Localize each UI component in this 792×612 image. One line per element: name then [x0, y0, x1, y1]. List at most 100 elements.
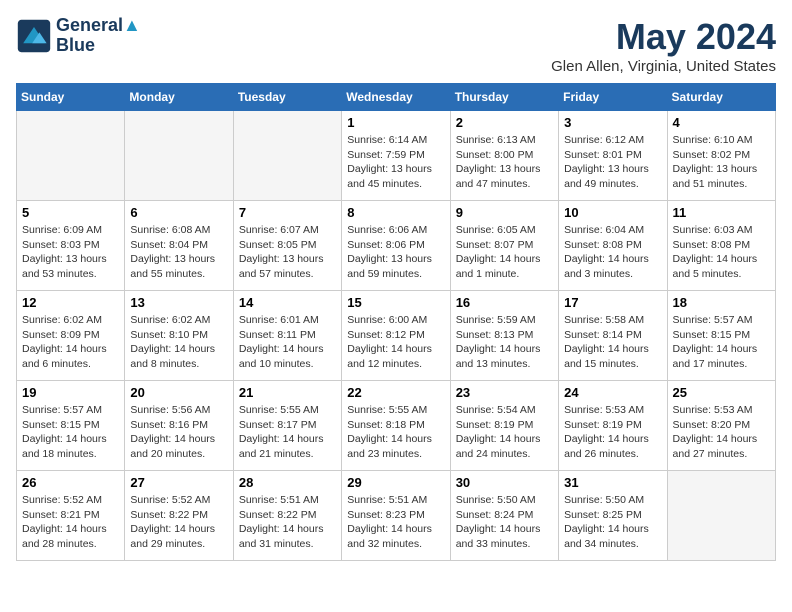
day-number: 7 [239, 205, 336, 220]
day-number: 5 [22, 205, 119, 220]
day-info: Sunrise: 6:10 AM Sunset: 8:02 PM Dayligh… [673, 133, 770, 192]
calendar-day-cell: 1 Sunrise: 6:14 AM Sunset: 7:59 PM Daylig… [342, 111, 450, 201]
calendar-day-cell: 20 Sunrise: 5:56 AM Sunset: 8:16 PM Dayli… [125, 381, 233, 471]
day-number: 1 [347, 115, 444, 130]
day-info: Sunrise: 5:57 AM Sunset: 8:15 PM Dayligh… [673, 313, 770, 372]
day-info: Sunrise: 6:00 AM Sunset: 8:12 PM Dayligh… [347, 313, 444, 372]
page-header: General▲ Blue May 2024 Glen Allen, Virgi… [16, 16, 776, 75]
calendar-day-cell: 26 Sunrise: 5:52 AM Sunset: 8:21 PM Dayli… [17, 471, 125, 561]
calendar-day-cell: 5 Sunrise: 6:09 AM Sunset: 8:03 PM Daylig… [17, 201, 125, 291]
day-number: 14 [239, 295, 336, 310]
calendar-day-cell: 21Sunrise: 5:55 AM Sunset: 8:17 PM Dayli… [233, 381, 341, 471]
day-info: Sunrise: 5:59 AM Sunset: 8:13 PM Dayligh… [456, 313, 553, 372]
day-number: 21 [239, 385, 336, 400]
day-info: Sunrise: 6:09 AM Sunset: 8:03 PM Dayligh… [22, 223, 119, 282]
calendar-day-cell: 28 Sunrise: 5:51 AM Sunset: 8:22 PM Dayli… [233, 471, 341, 561]
day-number: 13 [130, 295, 227, 310]
calendar-day-cell: 10 Sunrise: 6:04 AM Sunset: 8:08 PM Dayli… [559, 201, 667, 291]
calendar-day-cell: 17Sunrise: 5:58 AM Sunset: 8:14 PM Dayli… [559, 291, 667, 381]
calendar-week-row: 5 Sunrise: 6:09 AM Sunset: 8:03 PM Daylig… [17, 201, 776, 291]
calendar-day-cell: 16 Sunrise: 5:59 AM Sunset: 8:13 PM Dayli… [450, 291, 558, 381]
calendar-day-cell: 31 Sunrise: 5:50 AM Sunset: 8:25 PM Dayli… [559, 471, 667, 561]
day-info: Sunrise: 6:14 AM Sunset: 7:59 PM Dayligh… [347, 133, 444, 192]
day-number: 18 [673, 295, 770, 310]
calendar-day-header: Monday [125, 84, 233, 111]
day-info: Sunrise: 5:52 AM Sunset: 8:21 PM Dayligh… [22, 493, 119, 552]
day-number: 16 [456, 295, 553, 310]
day-number: 15 [347, 295, 444, 310]
day-info: Sunrise: 6:04 AM Sunset: 8:08 PM Dayligh… [564, 223, 661, 282]
calendar-day-cell: 4 Sunrise: 6:10 AM Sunset: 8:02 PM Daylig… [667, 111, 775, 201]
day-number: 17 [564, 295, 661, 310]
calendar-day-header: Sunday [17, 84, 125, 111]
logo-text: General▲ Blue [56, 16, 141, 56]
calendar-day-cell: 7 Sunrise: 6:07 AM Sunset: 8:05 PM Daylig… [233, 201, 341, 291]
day-number: 12 [22, 295, 119, 310]
calendar-week-row: 1 Sunrise: 6:14 AM Sunset: 7:59 PM Daylig… [17, 111, 776, 201]
logo-icon [16, 18, 52, 54]
calendar-day-cell: 13 Sunrise: 6:02 AM Sunset: 8:10 PM Dayli… [125, 291, 233, 381]
calendar-day-header: Saturday [667, 84, 775, 111]
calendar-day-cell: 27Sunrise: 5:52 AM Sunset: 8:22 PM Dayli… [125, 471, 233, 561]
calendar-day-header: Thursday [450, 84, 558, 111]
day-number: 27 [130, 475, 227, 490]
day-info: Sunrise: 5:57 AM Sunset: 8:15 PM Dayligh… [22, 403, 119, 462]
day-info: Sunrise: 5:54 AM Sunset: 8:19 PM Dayligh… [456, 403, 553, 462]
day-info: Sunrise: 5:55 AM Sunset: 8:18 PM Dayligh… [347, 403, 444, 462]
calendar-day-cell [667, 471, 775, 561]
day-number: 2 [456, 115, 553, 130]
day-number: 30 [456, 475, 553, 490]
calendar-table: SundayMondayTuesdayWednesdayThursdayFrid… [16, 83, 776, 561]
calendar-day-cell: 2 Sunrise: 6:13 AM Sunset: 8:00 PM Daylig… [450, 111, 558, 201]
calendar-day-header: Friday [559, 84, 667, 111]
calendar-day-header: Tuesday [233, 84, 341, 111]
day-number: 26 [22, 475, 119, 490]
day-number: 9 [456, 205, 553, 220]
day-number: 29 [347, 475, 444, 490]
day-number: 11 [673, 205, 770, 220]
day-info: Sunrise: 6:01 AM Sunset: 8:11 PM Dayligh… [239, 313, 336, 372]
calendar-header-row: SundayMondayTuesdayWednesdayThursdayFrid… [17, 84, 776, 111]
main-title: May 2024 [551, 16, 776, 58]
calendar-day-cell: 15 Sunrise: 6:00 AM Sunset: 8:12 PM Dayli… [342, 291, 450, 381]
calendar-week-row: 26 Sunrise: 5:52 AM Sunset: 8:21 PM Dayli… [17, 471, 776, 561]
day-info: Sunrise: 6:12 AM Sunset: 8:01 PM Dayligh… [564, 133, 661, 192]
day-number: 4 [673, 115, 770, 130]
day-info: Sunrise: 5:51 AM Sunset: 8:23 PM Dayligh… [347, 493, 444, 552]
calendar-day-cell: 30 Sunrise: 5:50 AM Sunset: 8:24 PM Dayli… [450, 471, 558, 561]
title-area: May 2024 Glen Allen, Virginia, United St… [551, 16, 776, 75]
day-info: Sunrise: 6:03 AM Sunset: 8:08 PM Dayligh… [673, 223, 770, 282]
day-number: 19 [22, 385, 119, 400]
calendar-day-cell [17, 111, 125, 201]
day-info: Sunrise: 5:53 AM Sunset: 8:19 PM Dayligh… [564, 403, 661, 462]
day-info: Sunrise: 5:50 AM Sunset: 8:25 PM Dayligh… [564, 493, 661, 552]
day-info: Sunrise: 6:07 AM Sunset: 8:05 PM Dayligh… [239, 223, 336, 282]
day-number: 6 [130, 205, 227, 220]
day-number: 31 [564, 475, 661, 490]
day-info: Sunrise: 5:50 AM Sunset: 8:24 PM Dayligh… [456, 493, 553, 552]
calendar-week-row: 12Sunrise: 6:02 AM Sunset: 8:09 PM Dayli… [17, 291, 776, 381]
day-number: 28 [239, 475, 336, 490]
logo: General▲ Blue [16, 16, 141, 56]
day-info: Sunrise: 6:06 AM Sunset: 8:06 PM Dayligh… [347, 223, 444, 282]
day-number: 20 [130, 385, 227, 400]
day-info: Sunrise: 5:56 AM Sunset: 8:16 PM Dayligh… [130, 403, 227, 462]
day-info: Sunrise: 6:02 AM Sunset: 8:10 PM Dayligh… [130, 313, 227, 372]
calendar-day-cell: 11 Sunrise: 6:03 AM Sunset: 8:08 PM Dayli… [667, 201, 775, 291]
calendar-day-cell: 3 Sunrise: 6:12 AM Sunset: 8:01 PM Daylig… [559, 111, 667, 201]
day-number: 24 [564, 385, 661, 400]
calendar-day-cell [125, 111, 233, 201]
day-number: 10 [564, 205, 661, 220]
calendar-day-cell: 18 Sunrise: 5:57 AM Sunset: 8:15 PM Dayli… [667, 291, 775, 381]
calendar-week-row: 19 Sunrise: 5:57 AM Sunset: 8:15 PM Dayli… [17, 381, 776, 471]
day-number: 8 [347, 205, 444, 220]
day-number: 3 [564, 115, 661, 130]
calendar-day-cell: 8 Sunrise: 6:06 AM Sunset: 8:06 PM Daylig… [342, 201, 450, 291]
calendar-day-cell: 24 Sunrise: 5:53 AM Sunset: 8:19 PM Dayli… [559, 381, 667, 471]
calendar-day-cell [233, 111, 341, 201]
day-number: 23 [456, 385, 553, 400]
day-info: Sunrise: 5:51 AM Sunset: 8:22 PM Dayligh… [239, 493, 336, 552]
day-info: Sunrise: 6:13 AM Sunset: 8:00 PM Dayligh… [456, 133, 553, 192]
day-info: Sunrise: 6:05 AM Sunset: 8:07 PM Dayligh… [456, 223, 553, 282]
calendar-day-cell: 25Sunrise: 5:53 AM Sunset: 8:20 PM Dayli… [667, 381, 775, 471]
